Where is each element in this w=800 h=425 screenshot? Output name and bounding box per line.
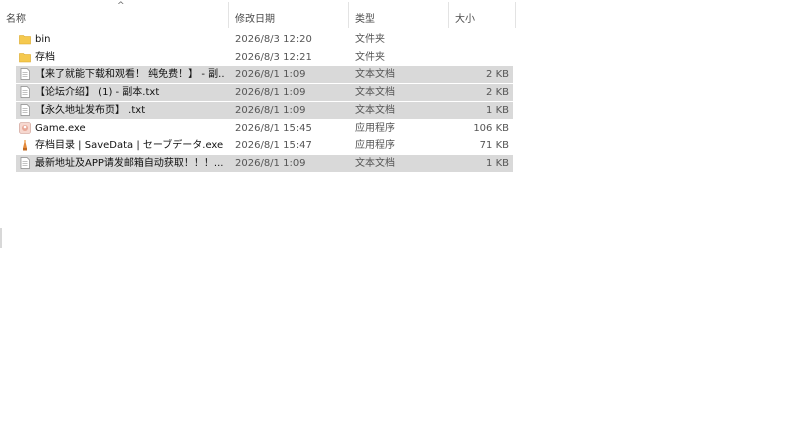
file-type: 文件夹 [355, 34, 385, 45]
file-modified-date: 2026/8/1 1:09 [235, 69, 306, 81]
file-row[interactable]: bin 2026/8/3 12:20 文件夹 [16, 31, 513, 48]
file-row[interactable]: 最新地址及APP请发邮箱自动获取！！！... 2026/8/1 1:09 文本文档 1… [16, 154, 513, 172]
text-file-icon [19, 103, 31, 116]
file-modified-date: 2026/8/1 15:45 [235, 122, 312, 134]
column-header-type-label: 类型 [355, 14, 375, 25]
file-type: 文本文档 [355, 87, 395, 99]
file-type: 文件夹 [355, 51, 385, 63]
window-edge [0, 228, 2, 248]
file-type: 文本文档 [355, 104, 395, 116]
file-row[interactable]: 【永久地址发布页】 .txt 2026/8/1 1:09 文本文档 1 KB [16, 101, 513, 119]
file-size: 2 KB [486, 69, 509, 81]
file-type: 应用程序 [355, 122, 395, 134]
file-size: 106 KB [473, 122, 509, 134]
column-header-bar: ^ 名称 修改日期 类型 大小 [0, 0, 800, 30]
file-size: 1 KB [486, 104, 509, 116]
file-name: 【来了就能下载和观看！ 纯免费！】 - 副... [35, 69, 225, 81]
file-name: 【永久地址发布页】 .txt [35, 104, 146, 116]
text-file-icon [19, 86, 31, 98]
column-header-name[interactable]: 名称 [0, 0, 228, 30]
file-size: 1 KB [486, 157, 509, 169]
file-type: 文本文档 [355, 157, 395, 169]
file-size: 2 KB [486, 87, 509, 99]
file-name: 存档 [35, 51, 55, 63]
file-modified-date: 2026/8/1 15:47 [235, 140, 312, 152]
column-header-modified[interactable]: 修改日期 [229, 0, 348, 30]
file-name: 存档目录 | SaveData | セーブデータ.exe [35, 140, 224, 152]
column-header-type[interactable]: 类型 [349, 0, 448, 30]
file-modified-date: 2026/8/3 12:21 [235, 51, 312, 63]
column-divider[interactable] [515, 2, 516, 28]
file-name: Game.exe [35, 122, 86, 134]
file-name: 【论坛介绍】 (1) - 副本.txt [35, 87, 160, 99]
file-row[interactable]: 【论坛介绍】 (1) - 副本.txt 2026/8/1 1:09 文本文档 2 KB [16, 84, 513, 102]
file-modified-date: 2026/8/1 1:09 [235, 104, 306, 116]
column-header-modified-label: 修改日期 [235, 14, 275, 25]
file-modified-date: 2026/8/1 1:09 [235, 87, 306, 99]
file-modified-date: 2026/8/3 12:20 [235, 34, 312, 45]
file-size: 71 KB [479, 140, 509, 152]
save-app-icon [19, 139, 31, 151]
column-header-name-label: 名称 [6, 14, 26, 25]
folder-icon [19, 51, 31, 63]
folder-icon [19, 33, 31, 45]
file-type: 应用程序 [355, 140, 395, 152]
game-app-icon [19, 121, 31, 134]
file-row[interactable]: 【来了就能下载和观看！ 纯免费！】 - 副... 2026/8/1 1:09 文本文… [16, 66, 513, 84]
column-header-size[interactable]: 大小 [449, 0, 515, 30]
file-modified-date: 2026/8/1 1:09 [235, 157, 306, 169]
file-row[interactable]: 存档 2026/8/3 12:21 文件夹 [16, 49, 513, 66]
text-file-icon [19, 68, 31, 81]
file-row[interactable]: 存档目录 | SaveData | セーブデータ.exe 2026/8/1 15:… [16, 137, 513, 154]
file-name: bin [35, 34, 51, 45]
file-row[interactable]: Game.exe 2026/8/1 15:45 应用程序 106 KB [16, 120, 513, 137]
text-file-icon [19, 157, 31, 169]
file-type: 文本文档 [355, 69, 395, 81]
file-name: 最新地址及APP请发邮箱自动获取！！！... [35, 157, 224, 169]
column-header-size-label: 大小 [455, 14, 475, 25]
